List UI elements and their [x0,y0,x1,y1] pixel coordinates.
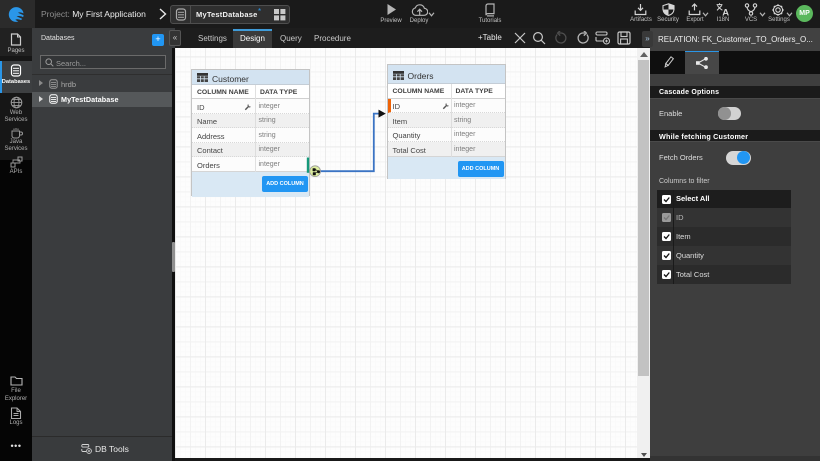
svg-text:A: A [722,8,729,17]
